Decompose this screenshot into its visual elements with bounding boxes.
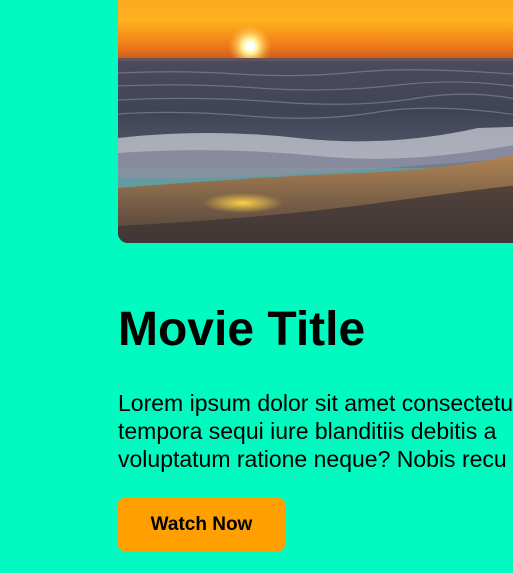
description-line: voluptatum ratione neque? Nobis recu bbox=[118, 446, 507, 472]
movie-title: Movie Title bbox=[118, 303, 366, 356]
description-line: tempora sequi iure blanditiis debitis a bbox=[118, 418, 497, 444]
description-line: Lorem ipsum dolor sit amet consectetur bbox=[118, 390, 513, 416]
watch-now-button[interactable]: Watch Now bbox=[118, 498, 285, 551]
movie-detail-page: Movie Title Lorem ipsum dolor sit amet c… bbox=[0, 0, 513, 573]
movie-description: Lorem ipsum dolor sit amet consectetur t… bbox=[118, 389, 513, 473]
movie-poster-image bbox=[118, 0, 513, 243]
